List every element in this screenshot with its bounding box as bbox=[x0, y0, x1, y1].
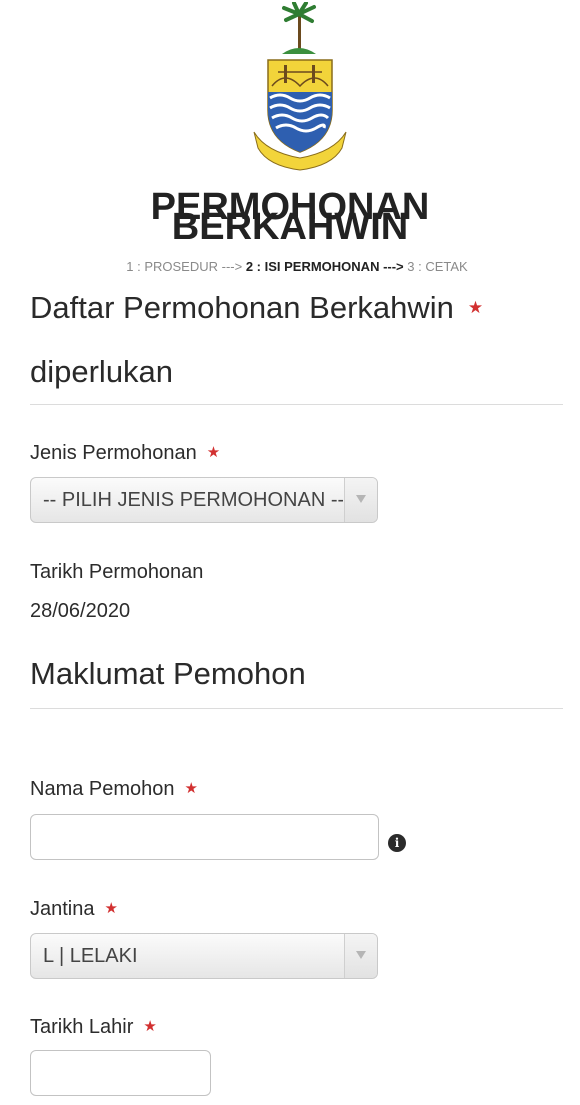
step-prosedur: 1 : PROSEDUR ---> bbox=[126, 259, 243, 274]
progress-steps: 1 : PROSEDUR ---> 2 : ISI PERMOHONAN ---… bbox=[0, 259, 580, 274]
required-star-icon: ★ bbox=[143, 1018, 157, 1035]
chevron-down-icon bbox=[356, 951, 366, 959]
page-title-line2: BERKAHWIN bbox=[171, 206, 409, 248]
info-icon[interactable]: i bbox=[388, 834, 406, 852]
form-section-title: Daftar Permohonan Berkahwin ★ bbox=[30, 290, 484, 325]
tarikh-lahir-label: Tarikh Lahir ★ bbox=[30, 1016, 157, 1038]
tarikh-permohonan-label: Tarikh Permohonan bbox=[30, 561, 204, 583]
jenis-permohonan-select[interactable]: -- PILIH JENIS PERMOHONAN -- bbox=[30, 477, 378, 523]
nama-pemohon-label: Nama Pemohon ★ bbox=[30, 778, 198, 800]
dropdown-toggle[interactable] bbox=[344, 478, 377, 522]
required-star-icon: ★ bbox=[467, 298, 484, 317]
section-divider bbox=[30, 708, 563, 709]
maklumat-pemohon-title: Maklumat Pemohon bbox=[30, 656, 306, 691]
tarikh-permohonan-value: 28/06/2020 bbox=[30, 600, 131, 622]
required-star-icon: ★ bbox=[206, 444, 221, 461]
required-star-icon: ★ bbox=[184, 780, 198, 797]
step-isi-permohonan: 2 : ISI PERMOHONAN ---> bbox=[245, 259, 404, 274]
jenis-permohonan-label: Jenis Permohonan ★ bbox=[30, 442, 221, 464]
dropdown-toggle[interactable] bbox=[344, 934, 377, 978]
chevron-down-icon bbox=[356, 495, 366, 503]
jantina-select[interactable]: L | LELAKI bbox=[30, 933, 378, 979]
section-divider bbox=[30, 404, 563, 405]
nama-pemohon-input[interactable] bbox=[30, 814, 379, 860]
jenis-permohonan-value: -- PILIH JENIS PERMOHONAN -- bbox=[43, 489, 343, 511]
jantina-value: L | LELAKI bbox=[43, 945, 138, 967]
required-star-icon: ★ bbox=[104, 900, 118, 917]
state-crest-logo bbox=[253, 2, 347, 171]
step-cetak: 3 : CETAK bbox=[407, 259, 468, 274]
jantina-label: Jantina ★ bbox=[30, 898, 118, 920]
tarikh-lahir-input[interactable] bbox=[30, 1050, 211, 1096]
required-note: diperlukan bbox=[30, 354, 174, 389]
